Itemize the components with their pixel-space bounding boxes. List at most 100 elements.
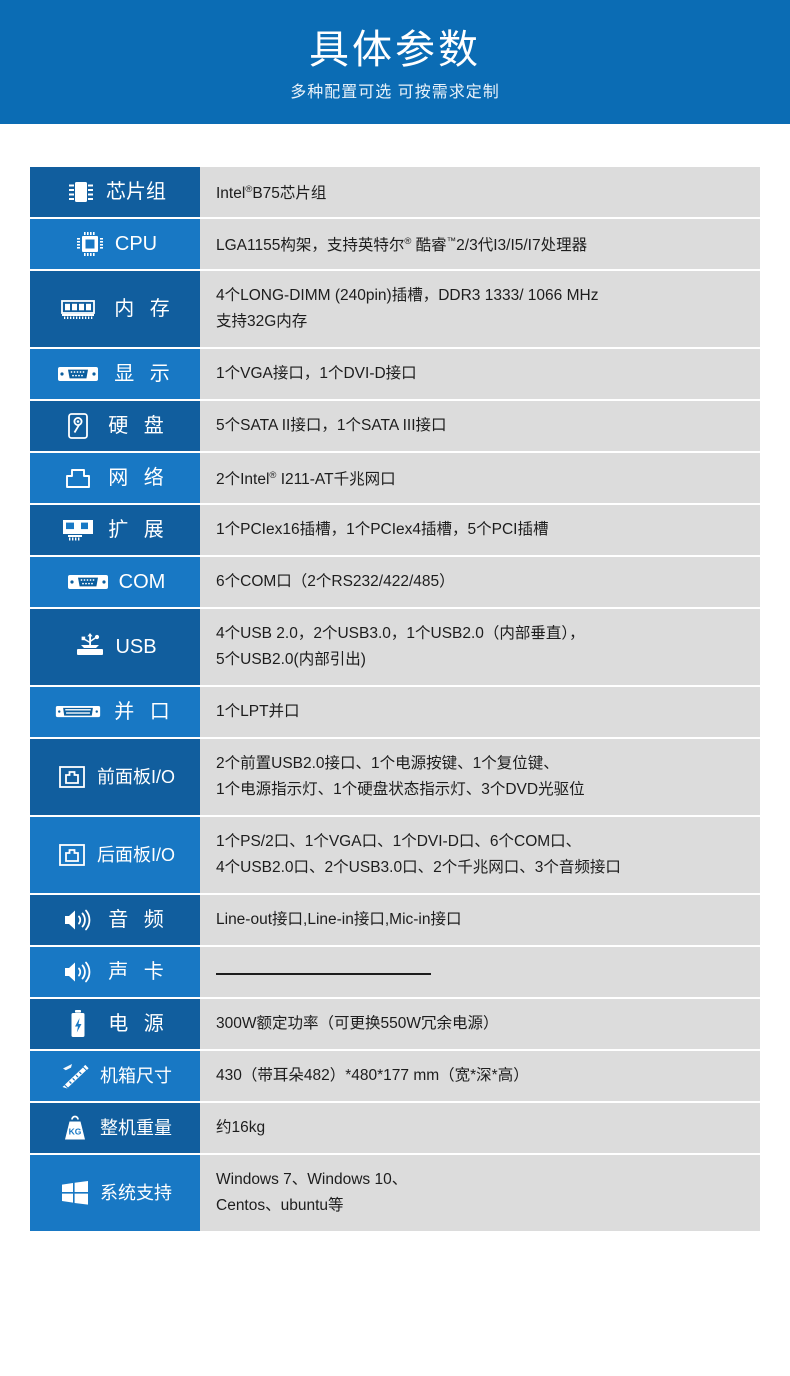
spec-label-cell: KG 整机重量 (30, 1103, 200, 1154)
spec-label-text: 芯片组 (106, 181, 166, 204)
spec-label-cell: 扩 展 (30, 505, 200, 556)
spec-value-line: Centos、ubuntu等 (216, 1197, 344, 1215)
weight-icon: KG (58, 1114, 92, 1142)
spec-value-line: Windows 7、Windows 10、 (216, 1171, 408, 1189)
spec-label-text: 并 口 (114, 701, 175, 724)
spec-row: 系统支持 Windows 7、Windows 10、 Centos、ubuntu等 (30, 1155, 760, 1232)
spec-value-line: 2个Intel® I211-AT千兆网口 (216, 470, 396, 489)
network-port-icon (61, 464, 95, 492)
spec-row: 电 源 300W额定功率（可更换550W冗余电源） (30, 999, 760, 1050)
spec-label-cell: 电 源 (30, 999, 200, 1050)
spec-value-cell: 2个Intel® I211-AT千兆网口 (200, 453, 760, 504)
spec-label-text: 电 源 (108, 1013, 169, 1036)
parallel-port-icon (55, 698, 101, 726)
spec-label-text: 机箱尺寸 (100, 1065, 172, 1086)
spec-label-text: 硬 盘 (108, 415, 169, 438)
spec-row: 后面板I/O 1个PS/2口、1个VGA口、1个DVI-D口、6个COM口、 4个U… (30, 817, 760, 894)
rear-panel-icon (55, 841, 89, 869)
serial-port-icon (65, 568, 111, 596)
spec-label-cell: 前面板I/O (30, 739, 200, 816)
spec-value-cell: 2个前置USB2.0接口、1个电源按键、1个复位键、 1个电源指示灯、1个硬盘状态… (200, 739, 760, 816)
spec-label-cell: 后面板I/O (30, 817, 200, 894)
spec-row: 机箱尺寸 430（带耳朵482）*480*177 mm（宽*深*高） (30, 1051, 760, 1102)
spec-label-text: 前面板I/O (96, 766, 175, 787)
spec-label-text: 内 存 (114, 298, 175, 321)
spec-value-line: 1个PS/2口、1个VGA口、1个DVI-D口、6个COM口、 (216, 833, 582, 851)
spec-table-container: 芯片组 Intel®B75芯片组 CPU LGA1155构架，支持英特尔® 酷睿™2/… (0, 124, 790, 1233)
expansion-card-icon (61, 516, 95, 544)
spec-row: 并 口 1个LPT并口 (30, 687, 760, 738)
spec-value-cell: Intel®B75芯片组 (200, 167, 760, 218)
windows-icon (58, 1179, 92, 1207)
spec-label-text: CPU (114, 233, 158, 256)
chipset-icon (64, 178, 98, 206)
soundcard-icon (61, 958, 95, 986)
spec-value-cell: Line-out接口,Line-in接口,Mic-in接口 (200, 895, 760, 946)
spec-value-line: 1个LPT并口 (216, 703, 300, 721)
spec-value-cell: 300W额定功率（可更换550W冗余电源） (200, 999, 760, 1050)
spec-row: USB 4个USB 2.0，2个USB3.0，1个USB2.0（内部垂直）， 5个U… (30, 609, 760, 686)
spec-label-cell: USB (30, 609, 200, 686)
harddisk-icon (61, 412, 95, 440)
vga-port-icon (55, 360, 101, 388)
spec-value-line: 1个电源指示灯、1个硬盘状态指示灯、3个DVD光驱位 (216, 781, 585, 799)
spec-label-text: 整机重量 (100, 1117, 172, 1138)
spec-value-cell: 6个COM口（2个RS232/422/485） (200, 557, 760, 608)
spec-row: 内 存 4个LONG-DIMM (240pin)插槽，DDR3 1333/ 106… (30, 271, 760, 348)
spec-value-line: 4个LONG-DIMM (240pin)插槽，DDR3 1333/ 1066 M… (216, 287, 599, 305)
spec-value-cell: 4个USB 2.0，2个USB3.0，1个USB2.0（内部垂直）， 5个USB2… (200, 609, 760, 686)
dimensions-icon (58, 1062, 92, 1090)
spec-value-line: 430（带耳朵482）*480*177 mm（宽*深*高） (216, 1067, 529, 1085)
page-title: 具体参数 (309, 28, 481, 72)
spec-value-line: 4个USB 2.0，2个USB3.0，1个USB2.0（内部垂直）， (216, 625, 585, 643)
spec-row: 显 示 1个VGA接口，1个DVI-D接口 (30, 349, 760, 400)
spec-value-cell: 1个LPT并口 (200, 687, 760, 738)
spec-value-cell: 1个PCIex16插槽，1个PCIex4插槽，5个PCI插槽 (200, 505, 760, 556)
audio-icon (61, 906, 95, 934)
spec-label-text: 网 络 (108, 467, 169, 490)
spec-value-cell: LGA1155构架，支持英特尔® 酷睿™2/3代I3/I5/I7处理器 (200, 219, 760, 270)
spec-value-line: 约16kg (216, 1119, 266, 1137)
spec-label-cell: CPU (30, 219, 200, 270)
usb-icon (73, 633, 107, 661)
spec-label-text: COM (118, 571, 166, 594)
spec-value-line: Intel®B75芯片组 (216, 184, 327, 203)
spec-value-cell: 4个LONG-DIMM (240pin)插槽，DDR3 1333/ 1066 M… (200, 271, 760, 348)
spec-row: COM 6个COM口（2个RS232/422/485） (30, 557, 760, 608)
spec-label-cell: 内 存 (30, 271, 200, 348)
spec-label-text: 显 示 (114, 363, 175, 386)
svg-text:KG: KG (69, 1127, 82, 1137)
spec-label-cell: 网 络 (30, 453, 200, 504)
spec-label-cell: COM (30, 557, 200, 608)
spec-row: CPU LGA1155构架，支持英特尔® 酷睿™2/3代I3/I5/I7处理器 (30, 219, 760, 270)
spec-label-text: USB (115, 636, 157, 659)
memory-icon (55, 295, 101, 323)
spec-label-cell: 声 卡 (30, 947, 200, 998)
spec-value-line: 2个前置USB2.0接口、1个电源按键、1个复位键、 (216, 755, 559, 773)
spec-value-cell: Windows 7、Windows 10、 Centos、ubuntu等 (200, 1155, 760, 1232)
spec-row: 音 频 Line-out接口,Line-in接口,Mic-in接口 (30, 895, 760, 946)
spec-value-line (216, 959, 760, 985)
spec-label-text: 系统支持 (100, 1182, 172, 1203)
spec-value-line: Line-out接口,Line-in接口,Mic-in接口 (216, 911, 462, 929)
spec-value-line: 1个PCIex16插槽，1个PCIex4插槽，5个PCI插槽 (216, 521, 549, 539)
spec-label-text: 后面板I/O (96, 844, 175, 865)
spec-value-line: 300W额定功率（可更换550W冗余电源） (216, 1015, 499, 1033)
spec-value-line: 6个COM口（2个RS232/422/485） (216, 573, 455, 591)
spec-value-line: 4个USB2.0口、2个USB3.0口、2个千兆网口、3个音频接口 (216, 859, 621, 877)
spec-value-line: 支持32G内存 (216, 313, 308, 331)
spec-value-line: LGA1155构架，支持英特尔® 酷睿™2/3代I3/I5/I7处理器 (216, 236, 588, 255)
spec-label-text: 扩 展 (108, 519, 169, 542)
spec-value-cell: 430（带耳朵482）*480*177 mm（宽*深*高） (200, 1051, 760, 1102)
spec-label-cell: 机箱尺寸 (30, 1051, 200, 1102)
spec-value-cell: 1个PS/2口、1个VGA口、1个DVI-D口、6个COM口、 4个USB2.0口… (200, 817, 760, 894)
spec-value-cell: 1个VGA接口，1个DVI-D接口 (200, 349, 760, 400)
specification-table: 芯片组 Intel®B75芯片组 CPU LGA1155构架，支持英特尔® 酷睿™2/… (30, 165, 760, 1233)
spec-value-line: 5个USB2.0(内部引出) (216, 651, 366, 669)
cpu-icon (73, 230, 107, 258)
spec-label-cell: 并 口 (30, 687, 200, 738)
spec-row: 扩 展 1个PCIex16插槽，1个PCIex4插槽，5个PCI插槽 (30, 505, 760, 556)
spec-label-text: 声 卡 (108, 961, 169, 984)
page-header-banner: 具体参数 多种配置可选 可按需求定制 (0, 0, 790, 124)
spec-value-cell: 5个SATA II接口，1个SATA III接口 (200, 401, 760, 452)
